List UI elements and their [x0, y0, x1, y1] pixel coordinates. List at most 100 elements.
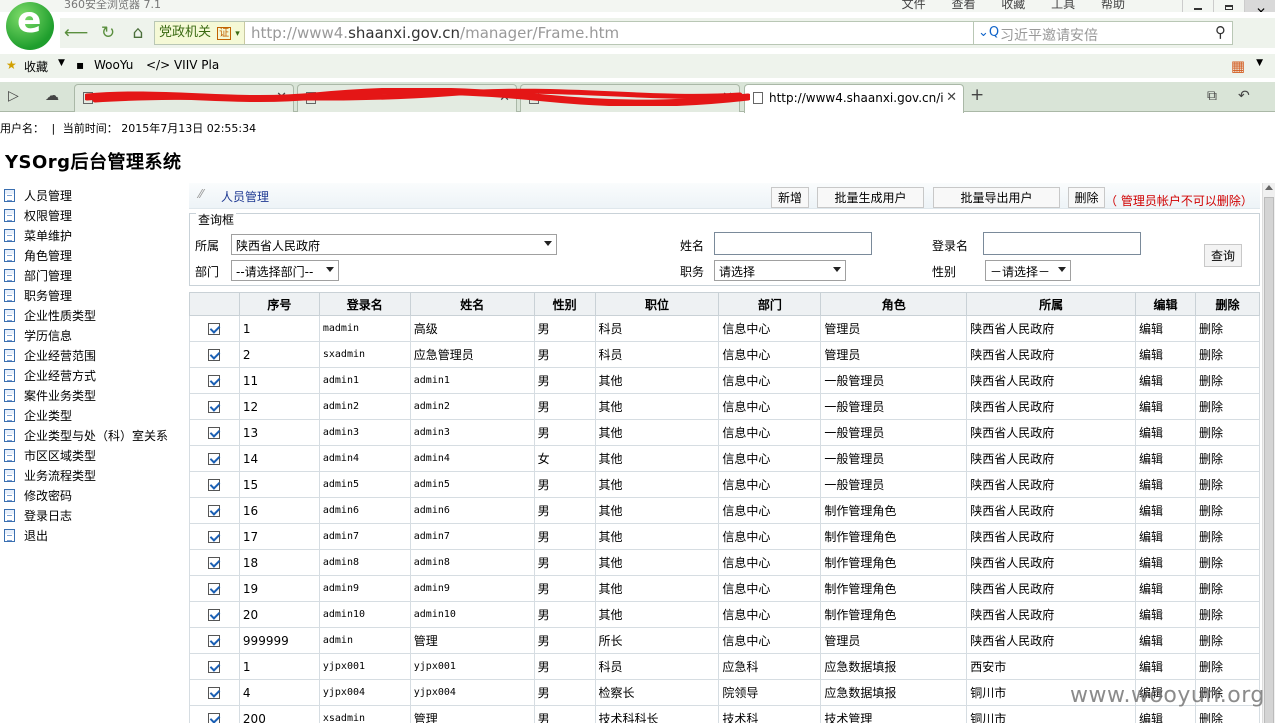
edit-link[interactable]: 编辑	[1135, 497, 1196, 524]
dept-select[interactable]: --请选择部门--	[231, 260, 339, 281]
address-url[interactable]: http://www4.shaanxi.gov.cn/manager/Frame…	[251, 24, 619, 42]
search-input[interactable]: 习近平邀请安倍	[1000, 25, 1098, 45]
site-zone-badge[interactable]: 党政机关 证 ▾	[155, 22, 245, 44]
delete-link[interactable]: 删除	[1194, 471, 1260, 498]
delete-link[interactable]: 删除	[1194, 549, 1260, 576]
edit-link[interactable]: 编辑	[1135, 601, 1196, 628]
sidebar-item[interactable]: 菜单维护	[4, 225, 186, 245]
refresh-icon[interactable]: ↻	[97, 22, 119, 44]
delete-link[interactable]: 删除	[1194, 497, 1260, 524]
row-checkbox[interactable]	[208, 505, 221, 517]
edit-link[interactable]: 编辑	[1135, 575, 1196, 602]
search-icon[interactable]: ⚲	[1215, 23, 1226, 41]
tab-redacted-1[interactable]: ✕	[74, 84, 294, 112]
delete-link[interactable]: 删除	[1194, 393, 1260, 420]
batch-export-users-button[interactable]: 批量导出用户	[933, 187, 1060, 208]
undo-close-icon[interactable]: ↶	[1238, 88, 1250, 104]
sidebar-item[interactable]: 企业经营范围	[4, 345, 186, 365]
row-checkbox[interactable]	[208, 323, 221, 335]
sidebar-item[interactable]: 权限管理	[4, 205, 186, 225]
gender-select[interactable]: －请选择－	[985, 260, 1071, 281]
row-checkbox[interactable]	[208, 661, 221, 673]
delete-link[interactable]: 删除	[1194, 653, 1260, 680]
browser-logo-icon[interactable]	[6, 0, 54, 50]
menu-help[interactable]: 帮助	[1101, 0, 1125, 11]
delete-link[interactable]: 删除	[1194, 367, 1260, 394]
row-checkbox[interactable]	[208, 531, 221, 543]
delete-link[interactable]: 删除	[1194, 419, 1260, 446]
batch-create-users-button[interactable]: 批量生成用户	[817, 187, 924, 208]
scrollbar-thumb[interactable]	[1264, 197, 1274, 723]
sidebar-item[interactable]: 案件业务类型	[4, 385, 186, 405]
bookmark-viiv[interactable]: </> VIIV Pla	[146, 58, 219, 72]
cloud-icon[interactable]: ☁	[45, 88, 59, 104]
row-checkbox[interactable]	[208, 557, 221, 569]
search-box[interactable]: ⌄Q 习近平邀请安倍 ⚲	[973, 21, 1233, 45]
sidebar-toggle-icon[interactable]: ▷	[8, 88, 19, 104]
sidebar-item[interactable]: 市区区域类型	[4, 445, 186, 465]
sidebar-item[interactable]: 企业经营方式	[4, 365, 186, 385]
delete-link[interactable]: 删除	[1194, 315, 1260, 342]
home-icon[interactable]: ⌂	[127, 22, 149, 44]
apps-grid-icon[interactable]: ▦	[1231, 57, 1245, 75]
tab-redacted-3[interactable]: ✕	[520, 84, 740, 112]
sidebar-item[interactable]: 登录日志	[4, 505, 186, 525]
row-checkbox[interactable]	[208, 453, 221, 465]
edit-link[interactable]: 编辑	[1135, 627, 1196, 654]
delete-link[interactable]: 删除	[1194, 445, 1260, 472]
close-tab-icon[interactable]: ✕	[946, 90, 957, 105]
row-checkbox[interactable]	[208, 635, 221, 647]
menu-favorites[interactable]: 收藏	[1001, 0, 1025, 11]
row-checkbox[interactable]	[208, 375, 221, 387]
tab-active[interactable]: http://www4.shaanxi.gov.cn/i ✕	[744, 84, 964, 113]
row-checkbox[interactable]	[208, 479, 221, 491]
name-input[interactable]	[714, 232, 872, 255]
row-checkbox[interactable]	[208, 427, 221, 439]
favorites-button[interactable]: 收藏	[24, 58, 48, 75]
sidebar-item[interactable]: 企业性质类型	[4, 305, 186, 325]
edit-link[interactable]: 编辑	[1135, 315, 1196, 342]
sidebar-item[interactable]: 企业类型	[4, 405, 186, 425]
sidebar-item[interactable]: 部门管理	[4, 265, 186, 285]
menu-file[interactable]: 文件	[902, 0, 926, 11]
chevron-down-icon[interactable]: ▼	[58, 58, 65, 68]
delete-link[interactable]: 删除	[1194, 575, 1260, 602]
search-engine-icon[interactable]: ⌄Q	[978, 25, 999, 40]
maximize-icon[interactable]	[1213, 0, 1244, 12]
row-checkbox[interactable]	[208, 401, 221, 413]
sidebar-item[interactable]: 角色管理	[4, 245, 186, 265]
edit-link[interactable]: 编辑	[1135, 549, 1196, 576]
address-bar[interactable]: 党政机关 证 ▾ http://www4.shaanxi.gov.cn/mana…	[154, 21, 1039, 45]
row-checkbox[interactable]	[208, 583, 221, 595]
row-checkbox[interactable]	[208, 609, 221, 621]
bookmark-wooyun[interactable]: WooYu	[94, 58, 133, 72]
sidebar-item[interactable]: 人员管理	[4, 185, 186, 205]
scroll-up-icon[interactable]	[1265, 185, 1273, 190]
edit-link[interactable]: 编辑	[1135, 393, 1196, 420]
menu-tools[interactable]: 工具	[1051, 0, 1075, 11]
tab-redacted-2[interactable]: ✕	[297, 84, 517, 112]
edit-link[interactable]: 编辑	[1135, 419, 1196, 446]
delete-link[interactable]: 删除	[1194, 523, 1260, 550]
sidebar-item[interactable]: 业务流程类型	[4, 465, 186, 485]
vertical-scrollbar[interactable]	[1262, 183, 1275, 723]
edit-link[interactable]: 编辑	[1135, 445, 1196, 472]
row-checkbox[interactable]	[208, 349, 221, 361]
edit-link[interactable]: 编辑	[1135, 705, 1196, 723]
menu-view[interactable]: 查看	[951, 0, 975, 11]
delete-link[interactable]: 删除	[1194, 627, 1260, 654]
org-select[interactable]: 陕西省人民政府	[231, 234, 557, 255]
login-input[interactable]	[983, 232, 1141, 255]
delete-link[interactable]: 删除	[1194, 341, 1260, 368]
minimize-icon[interactable]	[1182, 0, 1213, 12]
duty-select[interactable]: 请选择	[714, 260, 846, 281]
sidebar-item[interactable]: 学历信息	[4, 325, 186, 345]
edit-link[interactable]: 编辑	[1135, 653, 1196, 680]
sidebar-item[interactable]: 退出	[4, 525, 186, 545]
back-arrow-icon[interactable]: ⟵	[64, 22, 88, 44]
apps-chevron-icon[interactable]: ▼	[1256, 58, 1263, 68]
new-tab-icon[interactable]: +	[970, 85, 984, 105]
search-button[interactable]: 查询	[1204, 244, 1242, 267]
edit-link[interactable]: 编辑	[1135, 471, 1196, 498]
row-checkbox[interactable]	[208, 713, 221, 723]
